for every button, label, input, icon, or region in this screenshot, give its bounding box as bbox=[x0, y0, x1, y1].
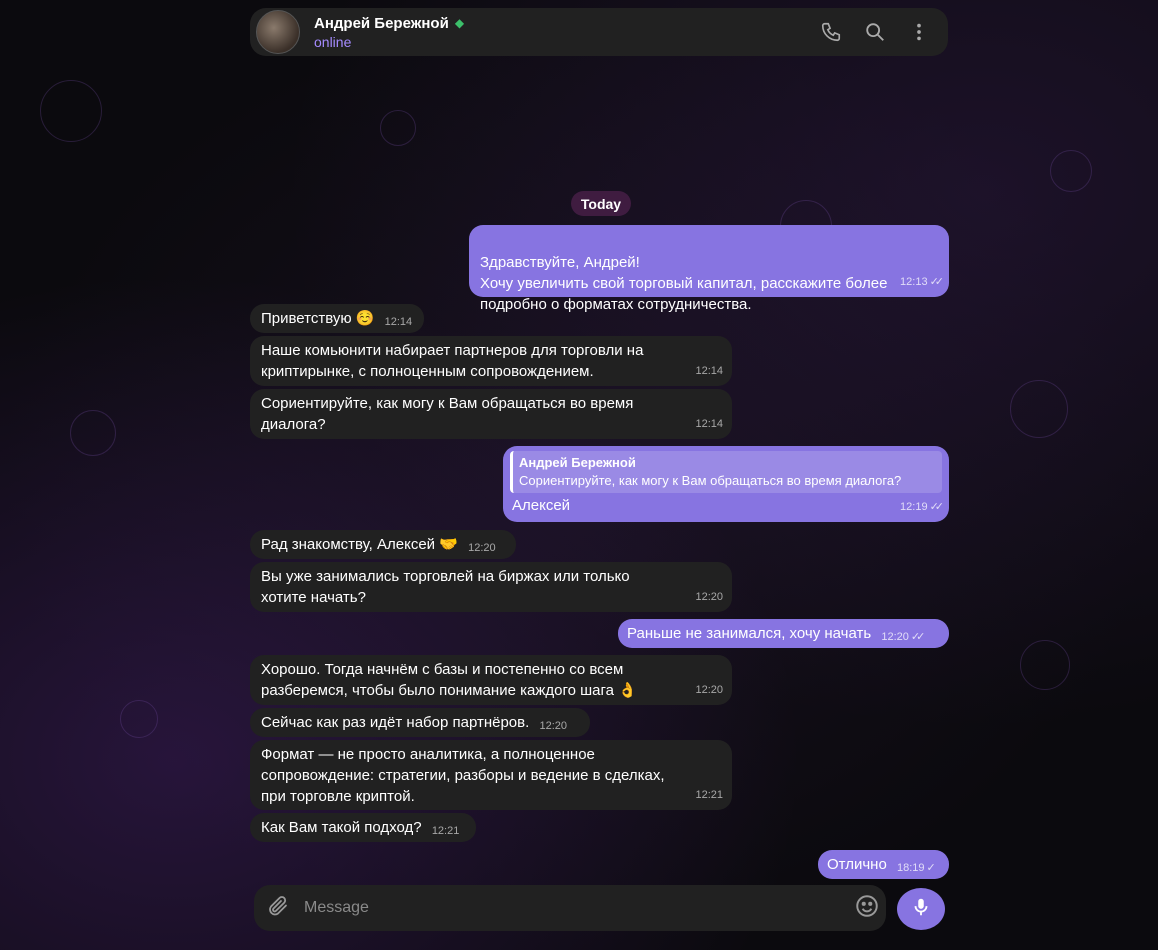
background-doodle bbox=[40, 80, 102, 142]
background-doodle bbox=[1010, 380, 1068, 438]
reply-quote[interactable]: Андрей Бережной Сориентируйте, как могу … bbox=[510, 451, 942, 493]
message-text: Отлично bbox=[827, 856, 887, 873]
message-time: 12:13 bbox=[900, 276, 928, 288]
message-outgoing[interactable]: Здравствуйте, Андрей! Хочу увеличить сво… bbox=[469, 225, 949, 313]
contact-name: Андрей Бережной bbox=[314, 14, 449, 32]
message-incoming[interactable]: Приветствую ☺️ 12:14 bbox=[250, 304, 424, 333]
background-doodle bbox=[70, 410, 116, 456]
message-incoming[interactable]: Рад знакомству, Алексей 🤝 12:20 bbox=[250, 530, 516, 559]
message-text: Хорошо. Тогда начнём с базы и постепенно… bbox=[261, 661, 637, 699]
message-text: Наше комьюнити набирает партнеров для то… bbox=[261, 342, 644, 380]
message-meta: 12:19 ✓✓ bbox=[900, 497, 945, 518]
message-meta: 12:20 ✓✓ bbox=[881, 627, 926, 648]
message-time: 12:21 bbox=[695, 789, 723, 801]
more-vertical-icon[interactable] bbox=[908, 21, 930, 43]
message-incoming[interactable]: Сориентируйте, как могу к Вам обращаться… bbox=[250, 389, 732, 439]
message-time: 18:19 bbox=[896, 862, 925, 874]
background-doodle bbox=[1050, 150, 1092, 192]
chat-header-info[interactable]: Андрей Бережной ◆ online bbox=[314, 15, 464, 50]
emoji-icon[interactable] bbox=[854, 893, 880, 924]
contact-status: online bbox=[314, 33, 352, 50]
message-time: 12:21 bbox=[431, 825, 460, 837]
message-text: Приветствую ☺️ bbox=[261, 310, 375, 327]
message-incoming[interactable]: Хорошо. Тогда начнём с базы и постепенно… bbox=[250, 655, 732, 705]
message-input[interactable] bbox=[302, 898, 826, 918]
message-composer bbox=[254, 885, 886, 931]
message-text: Как Вам такой подход? bbox=[261, 819, 422, 836]
microphone-icon bbox=[910, 895, 932, 924]
message-meta: 12:14 bbox=[695, 414, 723, 435]
voice-record-button[interactable] bbox=[897, 888, 945, 930]
message-time: 12:20 bbox=[695, 684, 723, 696]
background-doodle bbox=[1020, 640, 1070, 690]
message-text: Алексей bbox=[512, 497, 571, 514]
message-time: 12:14 bbox=[384, 316, 413, 328]
message-text: Рад знакомству, Алексей 🤝 bbox=[261, 536, 458, 553]
message-time: 12:20 bbox=[539, 720, 567, 732]
message-incoming[interactable]: Формат — не просто аналитика, а полноцен… bbox=[250, 740, 732, 810]
read-check-icon: ✓✓ bbox=[929, 276, 945, 288]
reply-text: Сориентируйте, как могу к Вам обращаться… bbox=[519, 473, 902, 488]
message-meta: 12:20 bbox=[539, 716, 567, 737]
message-time: 12:20 bbox=[468, 542, 496, 554]
date-separator: Today bbox=[571, 191, 631, 216]
message-text: Раньше не занимался, хочу начать bbox=[627, 625, 872, 642]
message-meta: 12:13 ✓✓ bbox=[900, 272, 945, 293]
message-outgoing[interactable]: Андрей Бережной Сориентируйте, как могу … bbox=[503, 446, 949, 522]
header-actions bbox=[820, 21, 930, 43]
reply-author: Андрей Бережной bbox=[519, 455, 636, 470]
message-outgoing[interactable]: Раньше не занимался, хочу начать 12:20 ✓… bbox=[618, 619, 949, 648]
message-text: Формат — не просто аналитика, а полноцен… bbox=[261, 746, 665, 805]
message-meta: 12:20 bbox=[695, 680, 723, 701]
message-outgoing[interactable]: Отлично 18:19 ✓ bbox=[818, 850, 949, 879]
search-icon[interactable] bbox=[864, 21, 886, 43]
message-incoming[interactable]: Вы уже занимались торговлей на биржах ил… bbox=[250, 562, 732, 612]
background-doodle bbox=[120, 700, 158, 738]
message-meta: 12:14 bbox=[385, 312, 413, 333]
verified-badge-icon: ◆ bbox=[454, 16, 465, 30]
message-incoming[interactable]: Сейчас как раз идёт набор партнёров. 12:… bbox=[250, 708, 590, 737]
message-meta: 12:21 bbox=[432, 821, 460, 842]
message-time: 12:20 bbox=[881, 631, 909, 643]
message-meta: 12:20 bbox=[695, 587, 723, 608]
read-check-icon: ✓✓ bbox=[929, 501, 945, 513]
background-doodle bbox=[380, 110, 416, 146]
message-meta: 12:20 bbox=[468, 538, 496, 559]
message-time: 12:20 bbox=[695, 591, 723, 603]
message-text: Сейчас как раз идёт набор партнёров. bbox=[261, 714, 530, 731]
message-time: 12:14 bbox=[695, 418, 723, 430]
attach-icon[interactable] bbox=[266, 894, 290, 923]
message-meta: 12:21 bbox=[695, 785, 723, 806]
message-text: Вы уже занимались торговлей на биржах ил… bbox=[261, 568, 630, 606]
message-text: Сориентируйте, как могу к Вам обращаться… bbox=[261, 395, 634, 433]
message-incoming[interactable]: Как Вам такой подход? 12:21 bbox=[250, 813, 476, 842]
phone-icon[interactable] bbox=[820, 21, 842, 43]
message-meta: 12:14 bbox=[695, 361, 723, 382]
sent-check-icon: ✓ bbox=[926, 862, 935, 874]
message-meta: 18:19 ✓ bbox=[896, 858, 936, 879]
contact-name-row: Андрей Бережной ◆ bbox=[314, 15, 464, 32]
message-time: 12:14 bbox=[695, 365, 723, 377]
read-check-icon: ✓✓ bbox=[910, 631, 926, 643]
message-time: 12:19 bbox=[900, 501, 928, 513]
message-incoming[interactable]: Наше комьюнити набирает партнеров для то… bbox=[250, 336, 732, 386]
chat-header[interactable]: Андрей Бережной ◆ online bbox=[250, 8, 948, 56]
avatar[interactable] bbox=[256, 10, 300, 54]
